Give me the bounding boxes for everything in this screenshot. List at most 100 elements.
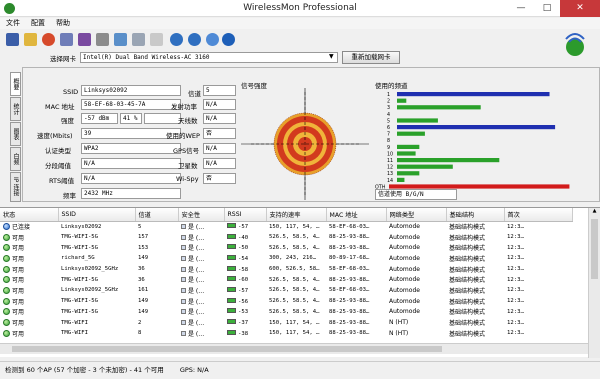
mac-value: 58-EF-68-03-45-7A (81, 99, 181, 110)
close-button[interactable]: ✕ (560, 0, 600, 17)
vertical-scrollbar[interactable]: ▲ (588, 208, 600, 358)
info-icon[interactable] (206, 33, 219, 46)
frag-label: 分段阈值 (45, 162, 71, 170)
rssi-bar-icon (227, 286, 236, 292)
cell-text: 300, 243, 216… (269, 255, 317, 262)
open-folder-icon[interactable] (24, 33, 37, 46)
cell-text: 12:3… (507, 298, 524, 305)
freq-label: 频率 (63, 192, 76, 200)
signal-strength-radar (241, 88, 369, 200)
monitor-icon[interactable] (78, 33, 91, 46)
table-row[interactable]: 可用 Linksys02092_5GHz 36 是 (… -58 600, 526.5, … (0, 264, 572, 275)
tab-summary[interactable]: 概要 (10, 72, 21, 96)
table-row[interactable]: 可用 TMG-WIFI 2 是 (… -37 150, 117, 54, … 88-25-9… (0, 317, 572, 328)
network-icon[interactable] (60, 33, 73, 46)
cell-text: 2 (138, 319, 142, 326)
column-header[interactable]: SSID (58, 208, 136, 222)
column-header[interactable]: MAC 地址 (326, 208, 387, 222)
cell-text: TMG-WIFI-5G (61, 244, 99, 251)
speed-label: 速度(Mbits) (37, 132, 73, 140)
chevron-down-icon[interactable]: ▼ (329, 53, 334, 60)
record-icon[interactable] (42, 33, 55, 46)
cell-text: 基础结构模式 (449, 298, 486, 306)
lock-icon (181, 320, 186, 326)
cell-text: 基础结构模式 (449, 277, 486, 285)
cell-text: 可用 (12, 245, 25, 253)
cell-text: 150, 117, 54, … (269, 319, 320, 326)
settings-icon[interactable] (132, 33, 145, 46)
scroll-up-icon[interactable]: ▲ (589, 208, 600, 218)
channel-usage-chart: 1234567891011121314OTH (375, 92, 570, 190)
cell-text: 157 (138, 234, 149, 241)
status-dot-icon (3, 329, 10, 337)
tab-ip-connect[interactable]: IP 连接 (10, 172, 21, 202)
table-row[interactable]: 可用 TMG-WIFI-5G 149 是 (… -56 526.5, 58.5, 4… 88… (0, 296, 572, 307)
menu-help[interactable]: 帮助 (56, 18, 70, 29)
tab-chart[interactable]: 图表 (10, 122, 21, 146)
rssi-bar-icon (227, 254, 236, 260)
lock-icon (181, 287, 186, 293)
minimize-button[interactable]: — (508, 0, 534, 17)
cell-text: 88-25-93-88… (329, 308, 370, 315)
table-row[interactable]: 可用 TMG-WIFI-5G 157 是 (… -40 526.5, 58.5, 4… 88… (0, 232, 572, 243)
cell-text: -37 (238, 320, 249, 327)
table-row[interactable]: 已连接 Linksys02092 5 是 (… -57 150, 117, 54, … 58… (0, 221, 572, 232)
scroll-thumb[interactable] (591, 219, 598, 279)
column-header[interactable]: 基础结构 (446, 208, 505, 222)
cell-text: Linksys02092 (61, 223, 102, 230)
strength-label: 强度 (61, 117, 74, 125)
cell-text: 88-25-93-88… (329, 276, 370, 283)
cell-text: 是 (… (188, 320, 205, 328)
help-icon[interactable] (222, 33, 235, 46)
column-header[interactable]: 安全性 (178, 208, 225, 222)
cell-text: 是 (… (188, 266, 205, 274)
export-icon[interactable] (114, 33, 127, 46)
channel-usage-bar (397, 131, 425, 136)
column-header[interactable]: RSSI (224, 208, 267, 222)
cell-text: Linksys02092_5GHz (61, 266, 119, 273)
cell-text: 80-89-17-68… (329, 255, 370, 262)
refresh-icon[interactable] (188, 33, 201, 46)
horizontal-scrollbar[interactable] (0, 343, 588, 354)
channel-filter-select[interactable]: 信道使用 B/G/N (375, 189, 457, 200)
table-row[interactable]: 可用 TMG-WIFI-5G 153 是 (… -50 526.5, 58.5, 4… 88… (0, 242, 572, 253)
cell-text: 是 (… (188, 298, 205, 306)
table-row[interactable]: 可用 TMG-WIFI-5G 36 是 (… -60 526.5, 58.5, 4… 88-… (0, 274, 572, 285)
txpower-label: 发射功率 (171, 103, 197, 111)
tab-whitefreq[interactable]: 白频 (10, 147, 21, 171)
channel-value: 5 (203, 85, 236, 96)
table-row[interactable]: 可用 TMG-WIFI 8 是 (… -38 150, 117, 54, … 88-25-9… (0, 328, 572, 339)
reload-adapter-button[interactable]: 重新加载网卡 (342, 51, 400, 64)
menu-file[interactable]: 文件 (6, 18, 20, 29)
cell-text: -54 (238, 255, 249, 262)
column-header[interactable]: 状态 (0, 208, 59, 222)
cell-text: richard_5G (61, 255, 95, 262)
column-header[interactable]: 网络类型 (386, 208, 447, 222)
cell-text: TMG-WIFI-5G (61, 298, 99, 305)
hscroll-thumb[interactable] (12, 346, 442, 352)
cell-text: 是 (… (188, 277, 205, 285)
column-header[interactable]: 信道 (135, 208, 179, 222)
document-icon[interactable] (150, 33, 163, 46)
cell-text: 153 (138, 244, 149, 251)
menu-config[interactable]: 配置 (31, 18, 45, 29)
tab-stats[interactable]: 统计 (10, 97, 21, 121)
cell-text: 基础结构模式 (449, 245, 486, 253)
table-row[interactable]: 可用 Linksys02092_5GHz 161 是 (… -57 526.5, 58.5… (0, 285, 572, 296)
cell-text: 可用 (12, 287, 25, 295)
toolbar (0, 31, 600, 56)
maximize-button[interactable]: □ (534, 0, 560, 17)
cell-text: -50 (238, 245, 249, 252)
print-icon[interactable] (96, 33, 109, 46)
lock-icon (181, 330, 186, 336)
table-row[interactable]: 可用 TMG-WIFI-5G 149 是 (… -53 526.5, 58.5, 4… 88… (0, 307, 572, 318)
adapter-select[interactable]: Intel(R) Dual Band Wireless-AC 3160 (80, 52, 338, 63)
column-header[interactable]: 支持的速率 (266, 208, 327, 222)
back-icon[interactable] (170, 33, 183, 46)
cell-text: 150, 117, 54, … (269, 223, 320, 230)
cell-text: 已连接 (12, 224, 31, 232)
save-icon[interactable] (6, 33, 19, 46)
column-header[interactable]: 首次 (504, 208, 573, 222)
table-row[interactable]: 可用 richard_5G 149 是 (… -54 300, 243, 216… 80-8… (0, 253, 572, 264)
adapter-row: 选择网卡 Intel(R) Dual Band Wireless-AC 3160… (0, 51, 600, 64)
